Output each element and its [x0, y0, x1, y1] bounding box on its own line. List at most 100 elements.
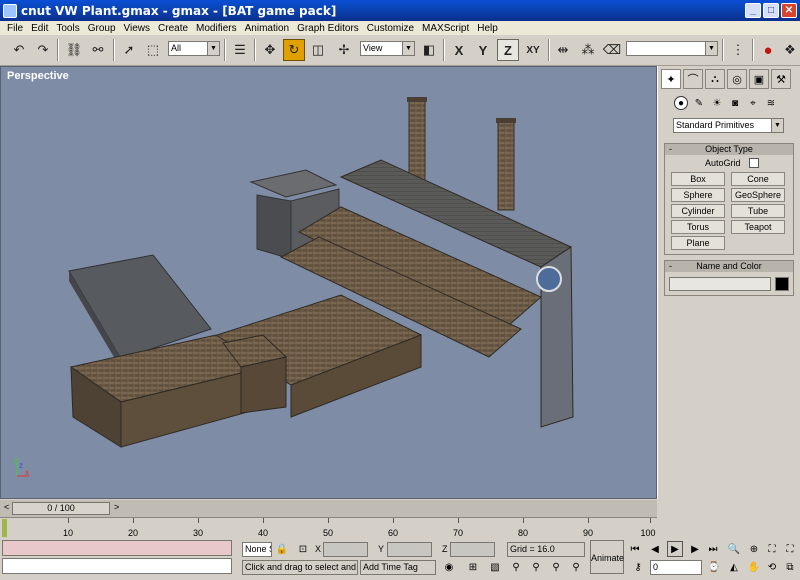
- object-type-header[interactable]: - Object Type: [665, 144, 793, 155]
- cone-button[interactable]: Cone: [731, 172, 785, 186]
- play-icon[interactable]: ▶: [667, 541, 683, 557]
- menu-modifiers[interactable]: Modifiers: [192, 23, 241, 34]
- eraser-icon[interactable]: ⌫: [601, 39, 623, 61]
- time-configuration-icon[interactable]: ⌚: [706, 559, 722, 575]
- field-of-view-icon[interactable]: ⚲: [548, 559, 564, 575]
- constrain-y-button[interactable]: Y: [472, 39, 494, 61]
- time-slider-thumb[interactable]: 0 / 100: [12, 502, 110, 515]
- zoom-extents-icon[interactable]: ⛶: [764, 541, 780, 557]
- menu-animation[interactable]: Animation: [241, 23, 293, 34]
- constrain-x-button[interactable]: X: [448, 39, 470, 61]
- menu-help[interactable]: Help: [473, 23, 502, 34]
- object-name-input[interactable]: [669, 277, 771, 291]
- minimize-button[interactable]: _: [745, 3, 761, 18]
- category-dropdown[interactable]: Standard Primitives ▼: [673, 118, 784, 133]
- box-button[interactable]: Box: [671, 172, 725, 186]
- menu-file[interactable]: File: [3, 23, 27, 34]
- menu-edit[interactable]: Edit: [27, 23, 52, 34]
- track-bar[interactable]: 10 20 30 40 50 60 70 80 90 100: [0, 517, 657, 538]
- box-mode-icon[interactable]: ▧: [487, 559, 503, 575]
- perspective-viewport[interactable]: Perspective x y z: [0, 66, 657, 499]
- maxscript-listener-mini[interactable]: [2, 540, 232, 556]
- current-frame-input[interactable]: 0: [650, 560, 702, 575]
- constrain-z-button[interactable]: Z: [497, 39, 519, 61]
- fov-icon[interactable]: ◭: [726, 559, 742, 575]
- menu-group[interactable]: Group: [84, 23, 120, 34]
- menu-graph-editors[interactable]: Graph Editors: [293, 23, 363, 34]
- region-select-icon[interactable]: ⬚: [142, 39, 164, 61]
- arc-rotate-view-icon[interactable]: ⟲: [764, 559, 780, 575]
- menu-create[interactable]: Create: [154, 23, 192, 34]
- display-tab-icon[interactable]: ▣: [749, 69, 769, 89]
- redo-icon[interactable]: ↷: [32, 39, 54, 61]
- shapes-icon[interactable]: ✎: [692, 96, 706, 110]
- go-to-start-icon[interactable]: ⏮: [627, 541, 643, 557]
- go-to-end-icon[interactable]: ⏭: [705, 541, 721, 557]
- menu-customize[interactable]: Customize: [363, 23, 418, 34]
- selection-filter-dropdown[interactable]: All ▼: [168, 41, 220, 56]
- plane-button[interactable]: Plane: [671, 236, 725, 250]
- tube-button[interactable]: Tube: [731, 204, 785, 218]
- utilities-tab-icon[interactable]: ⚒: [771, 69, 791, 89]
- mirror-icon[interactable]: ⇹: [552, 39, 574, 61]
- sphere-button[interactable]: Sphere: [671, 188, 725, 202]
- pan-icon[interactable]: ✋: [746, 559, 762, 575]
- create-tab-icon[interactable]: ✦: [661, 69, 681, 89]
- arc-rotate-icon[interactable]: ⚲: [568, 559, 584, 575]
- absolute-mode-icon[interactable]: ⊡: [295, 541, 311, 557]
- lights-icon[interactable]: ☀: [710, 96, 724, 110]
- key-mode-icon[interactable]: ⚷: [630, 559, 646, 575]
- maximize-button[interactable]: □: [763, 3, 779, 18]
- move-icon[interactable]: ✥: [259, 39, 281, 61]
- x-coordinate-input[interactable]: [323, 542, 368, 557]
- scale-icon[interactable]: ◫: [307, 39, 329, 61]
- helpers-icon[interactable]: ⌖: [746, 96, 760, 110]
- geosphere-button[interactable]: GeoSphere: [731, 188, 785, 202]
- reference-coordinate-dropdown[interactable]: View ▼: [360, 41, 415, 56]
- orbit-subobject-icon[interactable]: ⚲: [528, 559, 544, 575]
- modify-tab-icon[interactable]: ⌒: [683, 69, 703, 89]
- object-color-swatch[interactable]: [775, 277, 789, 291]
- slider-right-arrow-icon[interactable]: >: [114, 502, 119, 512]
- pivot-icon[interactable]: ✢: [333, 39, 355, 61]
- constrain-xy-button[interactable]: XY: [522, 39, 544, 61]
- zoom-all-icon[interactable]: ⊕: [746, 541, 762, 557]
- select-by-name-icon[interactable]: ☰: [229, 39, 251, 61]
- walkthrough-icon[interactable]: ⚲: [508, 559, 524, 575]
- name-color-header[interactable]: - Name and Color: [665, 261, 793, 272]
- time-slider[interactable]: 0 / 100 < >: [0, 500, 657, 517]
- menu-tools[interactable]: Tools: [52, 23, 83, 34]
- slider-left-arrow-icon[interactable]: <: [4, 502, 9, 512]
- teapot-button[interactable]: Teapot: [731, 220, 785, 234]
- autogrid-checkbox[interactable]: [749, 158, 759, 168]
- maxscript-output-mini[interactable]: [2, 558, 232, 574]
- motion-tab-icon[interactable]: ◎: [727, 69, 747, 89]
- undo-icon[interactable]: ↶: [8, 39, 30, 61]
- close-button[interactable]: ✕: [781, 3, 797, 18]
- cameras-icon[interactable]: ◙: [728, 96, 742, 110]
- menu-views[interactable]: Views: [120, 23, 155, 34]
- pivot-center-icon[interactable]: ◧: [418, 39, 440, 61]
- y-coordinate-input[interactable]: [387, 542, 432, 557]
- menu-maxscript[interactable]: MAXScript: [418, 23, 473, 34]
- rotate-icon[interactable]: ↻: [283, 39, 305, 61]
- lock-selection-icon[interactable]: 🔒: [274, 541, 290, 557]
- previous-frame-icon[interactable]: ◀: [647, 541, 663, 557]
- align-icon[interactable]: ⋮: [727, 39, 749, 61]
- link-icon[interactable]: ⛓: [63, 39, 85, 61]
- gmax-app-icon[interactable]: [3, 3, 17, 18]
- unlink-icon[interactable]: ⚯: [87, 39, 109, 61]
- animate-button[interactable]: Animate: [590, 540, 624, 574]
- zoom-extents-all-icon[interactable]: ⛶: [782, 541, 798, 557]
- viewport-navigation-icon[interactable]: ◉: [441, 559, 457, 575]
- min-max-toggle-icon[interactable]: ⧉: [782, 559, 798, 575]
- spacewarps-icon[interactable]: ≋: [764, 96, 778, 110]
- torus-button[interactable]: Torus: [671, 220, 725, 234]
- zoom-icon[interactable]: 🔍: [726, 541, 742, 557]
- geometry-icon[interactable]: ●: [674, 96, 688, 110]
- named-selection-dropdown[interactable]: ▼: [626, 41, 718, 56]
- array-icon[interactable]: ⁂: [577, 39, 599, 61]
- render-teapot-icon[interactable]: ●: [757, 39, 779, 61]
- zoom-region-icon[interactable]: ⊞: [465, 559, 481, 575]
- add-time-tag-button[interactable]: Add Time Tag: [360, 560, 436, 575]
